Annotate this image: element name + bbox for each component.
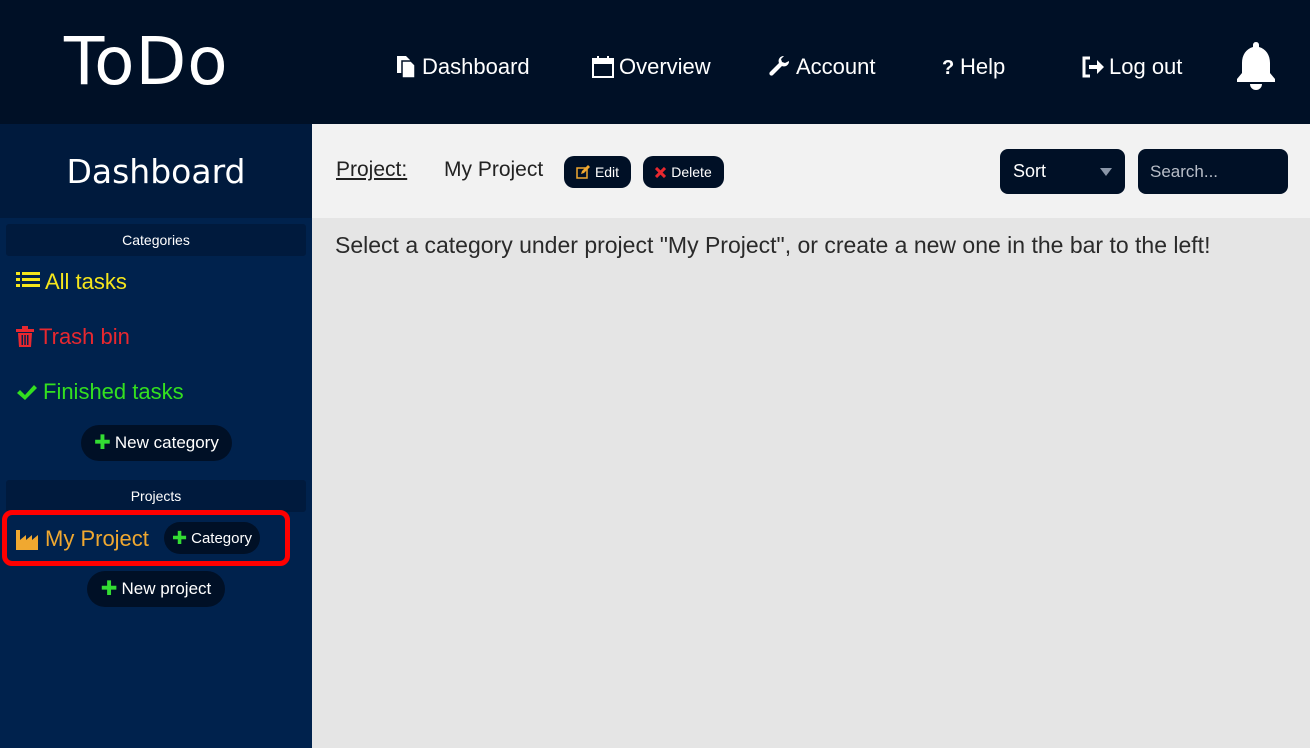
finished-tasks-label: Finished tasks [43,379,184,404]
nav-dashboard-label: Dashboard [422,54,530,79]
nav-account[interactable]: Account [768,50,876,84]
project-header: Project: My Project Edit Delete Sort [312,124,1310,218]
add-category-button[interactable]: ✚ Category [164,522,260,554]
delete-label: Delete [671,164,712,180]
copy-icon [397,56,416,79]
nav-logout[interactable]: Log out [1081,50,1182,84]
new-category-label: New category [114,433,219,452]
nav-logout-label: Log out [1109,54,1183,79]
nav-help[interactable]: ? Help [940,50,1005,84]
nav-account-label: Account [796,54,876,79]
project-name-label: My Project [45,526,149,551]
edit-icon [576,165,590,179]
sidebar-item-all-tasks[interactable]: All tasks [16,266,127,298]
new-project-button[interactable]: ✚ New project [87,571,225,607]
question-icon: ? [942,57,954,79]
empty-state-message: Select a category under project "My Proj… [335,232,1211,258]
sort-dropdown[interactable]: Sort [1000,149,1125,194]
svg-text:?: ? [942,57,954,79]
calendar-icon [592,56,614,78]
nav-dashboard[interactable]: Dashboard [394,50,530,84]
plus-icon: ✚ [94,432,111,454]
sign-out-icon [1082,56,1104,78]
nav-overview[interactable]: Overview [591,50,711,84]
trash-icon [16,326,34,347]
nav-overview-label: Overview [619,54,711,79]
edit-label: Edit [594,164,620,180]
delete-project-button[interactable]: Delete [643,156,724,188]
categories-label: Categories [6,224,306,256]
industry-icon [16,530,38,550]
project-title: My Project [444,158,544,181]
bell-icon[interactable] [1232,40,1280,90]
trash-bin-label: Trash bin [39,324,130,349]
sidebar-title: Dashboard [0,124,312,218]
chevron-down-icon [1100,168,1112,176]
top-navbar: ToDo Dashboard Overview Account ? Help L… [0,0,1310,124]
sort-label: Sort [1013,161,1047,181]
app-logo[interactable]: ToDo [64,22,229,102]
plus-icon: ✚ [100,578,118,600]
wrench-icon [769,55,790,76]
new-category-button[interactable]: ✚ New category [81,425,232,461]
list-icon [16,272,40,287]
sidebar: Dashboard Categories All tasks Trash bin… [0,124,312,748]
sidebar-project-my-project[interactable]: My Project [16,522,149,556]
nav-help-label: Help [960,54,1006,79]
project-label: Project: [336,158,408,181]
edit-project-button[interactable]: Edit [564,156,631,188]
search-input[interactable] [1138,149,1288,194]
add-category-label: Category [191,529,252,547]
plus-icon: ✚ [172,528,188,548]
projects-label: Projects [6,480,306,512]
sidebar-item-finished-tasks[interactable]: Finished tasks [16,376,184,408]
close-icon [655,166,667,178]
sidebar-item-trash-bin[interactable]: Trash bin [16,321,130,353]
check-icon [17,385,37,400]
new-project-label: New project [121,579,212,598]
all-tasks-label: All tasks [45,269,127,294]
